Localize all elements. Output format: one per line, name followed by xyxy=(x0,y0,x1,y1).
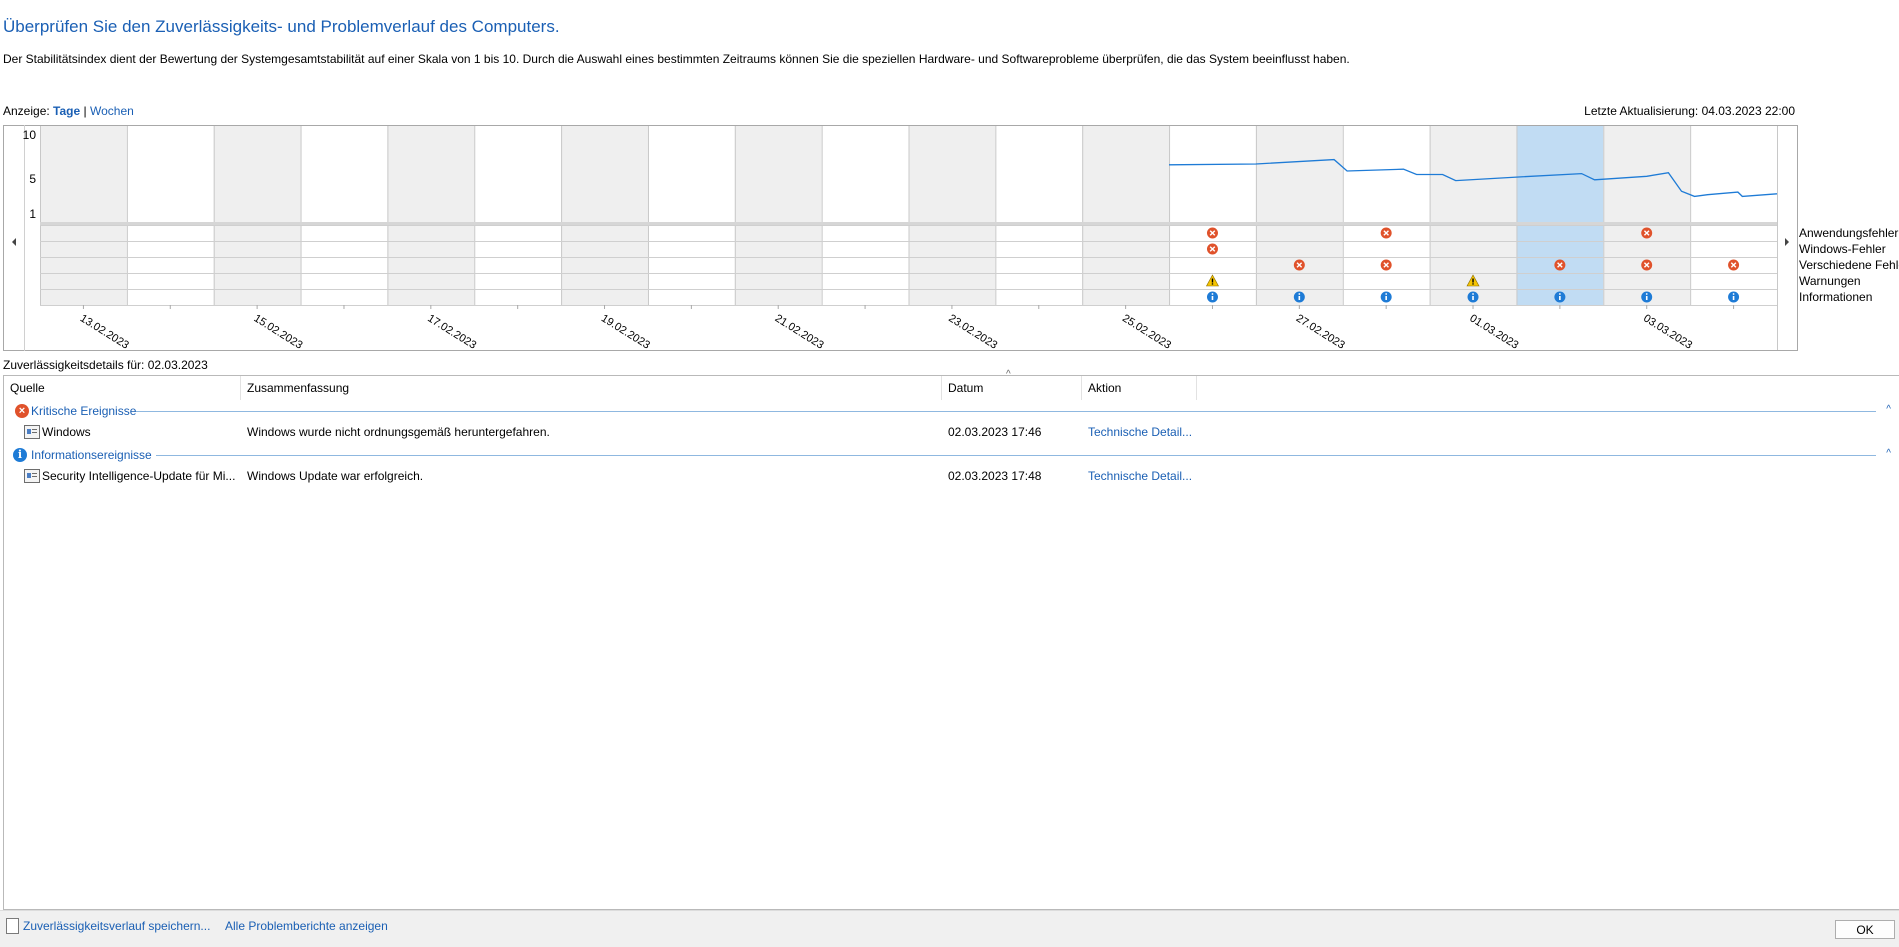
last-update-label: Letzte Aktualisierung: 04.03.2023 22:00 xyxy=(1584,104,1795,118)
save-document-icon xyxy=(6,918,19,934)
error-icon: × xyxy=(15,404,29,418)
group-divider xyxy=(136,411,1876,412)
save-history-link[interactable]: Zuverlässigkeitsverlauf speichern... xyxy=(23,919,210,933)
ok-button[interactable]: OK xyxy=(1835,920,1895,939)
info-i-dot xyxy=(1558,293,1561,295)
info-i-mark xyxy=(1645,296,1648,300)
reliability-chart-svg[interactable]: 105113.02.2023 15.02.2023 17.02.2023 19.02.… xyxy=(3,125,1899,352)
group-title-critical[interactable]: Kritische Ereignisse xyxy=(31,404,136,418)
day-column[interactable] xyxy=(561,126,648,305)
event-category-label: Informationen xyxy=(1799,290,1872,304)
warning-exclamation-dot xyxy=(1472,283,1474,285)
event-category-label: Windows-Fehler xyxy=(1799,242,1886,256)
index-divider xyxy=(40,222,1777,225)
application-icon xyxy=(24,425,40,439)
day-column[interactable] xyxy=(126,126,214,305)
group-divider xyxy=(156,455,1876,456)
info-i-dot xyxy=(1645,293,1648,295)
day-column[interactable] xyxy=(213,126,301,305)
day-column[interactable] xyxy=(1690,126,1777,305)
warning-exclamation-dot xyxy=(1211,283,1214,285)
warning-exclamation-mark xyxy=(1211,278,1214,283)
view-label: Anzeige: xyxy=(3,104,50,118)
info-i-mark xyxy=(1385,296,1387,300)
view-separator: | xyxy=(83,104,87,118)
column-separator[interactable] xyxy=(240,376,241,400)
day-column[interactable] xyxy=(387,126,475,305)
event-source[interactable]: Security Intelligence-Update für Mi... xyxy=(42,469,235,483)
event-category-label: Warnungen xyxy=(1799,274,1861,288)
column-header-source[interactable]: Quelle xyxy=(10,381,45,395)
event-category-label: Verschiedene Fehler xyxy=(1799,258,1899,272)
info-i-dot xyxy=(1472,293,1474,295)
column-header-action[interactable]: Aktion xyxy=(1088,381,1121,395)
event-date[interactable]: 02.03.2023 17:48 xyxy=(948,469,1041,483)
column-header-date[interactable]: Datum xyxy=(948,381,983,395)
warning-exclamation-mark xyxy=(1472,278,1474,283)
info-i-mark xyxy=(1559,296,1561,300)
day-column[interactable] xyxy=(474,126,562,305)
y-tick-label: 1 xyxy=(29,207,36,221)
day-column[interactable] xyxy=(1603,126,1691,305)
page-description: Der Stabilitätsindex dient der Bewertung… xyxy=(3,52,1350,66)
day-column[interactable] xyxy=(1342,126,1430,305)
view-days-link[interactable]: Tage xyxy=(53,104,80,118)
view-weeks-link[interactable]: Wochen xyxy=(90,104,134,118)
y-tick-label: 10 xyxy=(23,128,37,142)
info-i-mark xyxy=(1472,296,1474,300)
all-reports-link[interactable]: Alle Problemberichte anzeigen xyxy=(225,919,388,933)
event-summary[interactable]: Windows wurde nicht ordnungsgemäß herunt… xyxy=(247,425,550,439)
day-column[interactable] xyxy=(821,126,909,305)
view-switcher: Anzeige: Tage | Wochen xyxy=(3,104,134,118)
application-icon xyxy=(24,469,40,483)
day-column[interactable] xyxy=(647,126,735,305)
y-tick-label: 5 xyxy=(29,172,36,186)
day-column[interactable] xyxy=(1516,126,1604,305)
column-separator[interactable] xyxy=(1081,376,1082,400)
event-source[interactable]: Windows xyxy=(42,425,91,439)
event-category-label: Anwendungsfehler xyxy=(1799,226,1898,240)
event-date[interactable]: 02.03.2023 17:46 xyxy=(948,425,1041,439)
page-title: Überprüfen Sie den Zuverlässigkeits- und… xyxy=(3,17,560,36)
info-i-dot xyxy=(1385,293,1388,295)
day-column[interactable] xyxy=(1255,126,1343,305)
day-column[interactable] xyxy=(40,126,127,305)
technical-details-link[interactable]: Technische Detail... xyxy=(1088,469,1192,483)
column-separator[interactable] xyxy=(941,376,942,400)
day-column[interactable] xyxy=(734,126,822,305)
info-i-dot xyxy=(1211,293,1214,295)
sort-arrow-icon: ^ xyxy=(1006,369,1011,380)
info-i-mark xyxy=(1732,296,1735,300)
info-i-mark xyxy=(1211,296,1214,300)
group-title-info[interactable]: Informationsereignisse xyxy=(31,448,152,462)
info-icon: i xyxy=(13,448,27,462)
technical-details-link[interactable]: Technische Detail... xyxy=(1088,425,1192,439)
day-column[interactable] xyxy=(1082,126,1170,305)
day-column[interactable] xyxy=(995,126,1083,305)
collapse-info-icon[interactable]: ^ xyxy=(1886,448,1891,459)
column-header-summary[interactable]: Zusammenfassung xyxy=(247,381,349,395)
info-i-mark xyxy=(1298,296,1301,300)
collapse-critical-icon[interactable]: ^ xyxy=(1886,404,1891,415)
info-i-dot xyxy=(1298,293,1301,295)
reliability-chart[interactable]: 10 5 1 13.02.2023 15.02.2023 17.02.2023 19.02.… xyxy=(3,125,1899,354)
event-summary[interactable]: Windows Update war erfolgreich. xyxy=(247,469,423,483)
day-column[interactable] xyxy=(908,126,996,305)
info-i-dot xyxy=(1732,293,1735,295)
column-separator[interactable] xyxy=(1196,376,1197,400)
day-column[interactable] xyxy=(300,126,388,305)
details-for-label: Zuverlässigkeitsdetails für: 02.03.2023 xyxy=(3,358,208,372)
